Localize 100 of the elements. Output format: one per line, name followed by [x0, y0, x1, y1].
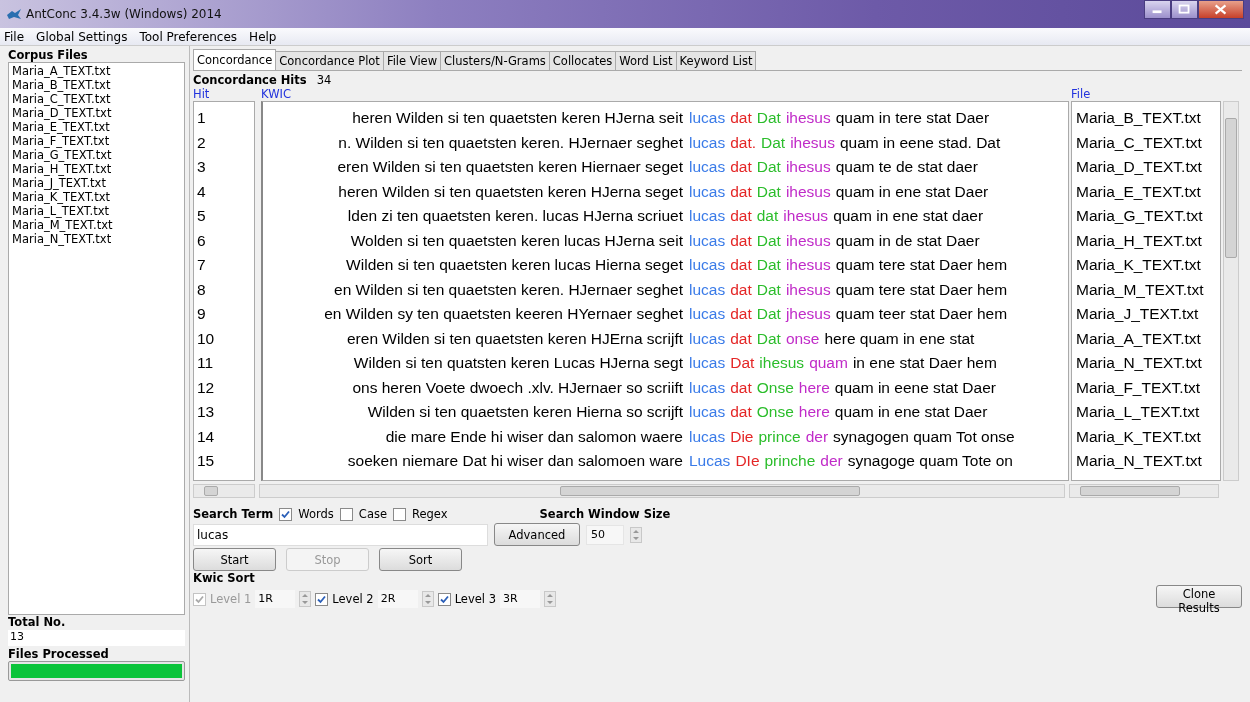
- app-icon: [6, 7, 22, 21]
- scroll-thumb[interactable]: [1080, 486, 1180, 496]
- tab[interactable]: Collocates: [548, 51, 617, 70]
- file-name: Maria_K_TEXT.txt: [1075, 426, 1202, 447]
- keyword: lucas: [689, 304, 726, 324]
- file-item[interactable]: Maria_K_TEXT.txt: [12, 190, 181, 204]
- sort-word: Dat: [756, 255, 781, 275]
- keyword: lucas: [689, 328, 726, 349]
- scrollbar[interactable]: [1069, 484, 1219, 498]
- tab[interactable]: File View: [382, 51, 442, 70]
- sort-word: onse: [785, 328, 820, 349]
- file-name: Maria_J_TEXT.txt: [1075, 304, 1200, 324]
- file-item[interactable]: Maria_N_TEXT.txt: [12, 232, 181, 246]
- tab[interactable]: Clusters/N-Grams: [440, 51, 550, 70]
- scrollbar[interactable]: [193, 484, 255, 498]
- left-context: eren Wilden si ten quaetsten keren Hiernaer seget: [336, 157, 683, 177]
- sort-field[interactable]: 3R: [500, 590, 540, 608]
- left-context: eren Wilden si ten quaetsten keren HJErna scrijft: [346, 328, 683, 349]
- tab[interactable]: Concordance: [193, 49, 277, 70]
- sort-word: dat: [730, 304, 752, 324]
- file-item[interactable]: Maria_F_TEXT.txt: [12, 134, 181, 148]
- maximize-button[interactable]: [1171, 0, 1198, 19]
- sort-word: Onse: [756, 402, 794, 422]
- menu-item[interactable]: Global Settings: [36, 29, 128, 44]
- right-context: quam tere stat Daer hem: [835, 279, 1008, 300]
- menu-item[interactable]: Help: [249, 29, 277, 44]
- spin-buttons[interactable]: [630, 526, 642, 543]
- left-context: Wilden si ten quaetsten keren lucas Hierna seget: [345, 255, 683, 275]
- file-item[interactable]: Maria_E_TEXT.txt: [12, 120, 181, 134]
- search-field[interactable]: lucas: [193, 523, 488, 546]
- file-item[interactable]: Maria_B_TEXT.txt: [12, 78, 181, 92]
- file-item[interactable]: Maria_G_TEXT.txt: [12, 148, 181, 162]
- checkbox[interactable]: [279, 507, 293, 521]
- sort-word: Dat: [756, 304, 781, 324]
- close-button[interactable]: [1198, 0, 1244, 19]
- checkbox[interactable]: [315, 592, 329, 606]
- scroll-thumb[interactable]: [560, 486, 860, 496]
- window-title: AntConc 3.4.3w (Windows) 2014: [26, 7, 222, 21]
- kwic-sort-label: Kwic Sort: [193, 571, 256, 585]
- file-item[interactable]: Maria_J_TEXT.txt: [12, 176, 181, 190]
- tab[interactable]: Keyword List: [675, 51, 757, 70]
- hit-number: 8: [196, 279, 207, 300]
- tab[interactable]: Concordance Plot: [275, 51, 384, 70]
- right-context: quam in ene stat Daer: [834, 402, 988, 422]
- file-item[interactable]: Maria_A_TEXT.txt: [12, 64, 181, 78]
- window-size-field[interactable]: 50: [586, 524, 624, 545]
- advanced-button[interactable]: Advanced: [494, 523, 580, 546]
- action-button[interactable]: Sort: [379, 548, 462, 571]
- spin-buttons[interactable]: [299, 591, 312, 607]
- sort-word: dat: [730, 181, 752, 202]
- scroll-thumb[interactable]: [1225, 118, 1237, 258]
- menu-item[interactable]: File: [4, 29, 25, 44]
- sort-word: Die: [730, 426, 754, 447]
- file-item[interactable]: Maria_H_TEXT.txt: [12, 162, 181, 176]
- checkbox[interactable]: [393, 507, 406, 521]
- panel-heading: Corpus Files: [8, 48, 89, 62]
- file-item[interactable]: Maria_L_TEXT.txt: [12, 204, 181, 218]
- action-button[interactable]: Start: [193, 548, 276, 571]
- sort-word: dat.: [730, 132, 757, 153]
- spin-buttons[interactable]: [421, 591, 434, 607]
- sort-word: quam: [809, 353, 848, 373]
- sort-word: dat: [730, 377, 752, 398]
- hit-number: 14: [196, 426, 216, 447]
- scrollbar[interactable]: [259, 484, 1065, 498]
- checkbox-label: Case: [358, 507, 387, 521]
- checkbox[interactable]: [437, 592, 451, 606]
- file-item[interactable]: Maria_M_TEXT.txt: [12, 218, 181, 232]
- scroll-thumb[interactable]: [204, 486, 218, 496]
- file-item[interactable]: Maria_D_TEXT.txt: [12, 106, 181, 120]
- spin-buttons[interactable]: [544, 591, 556, 607]
- column-header[interactable]: Hit: [193, 87, 261, 101]
- level-label: Level 1: [210, 592, 252, 606]
- sort-word: dat: [730, 206, 752, 226]
- level-label: Level 2: [332, 592, 374, 606]
- sort-word: ihesus: [759, 353, 805, 373]
- column-header[interactable]: File: [1071, 87, 1091, 101]
- sort-word: Dat: [761, 132, 786, 153]
- file-name: Maria_B_TEXT.txt: [1075, 108, 1202, 128]
- field-label: Total No.: [8, 615, 67, 629]
- left-context: Wilden si ten quatsten keren Lucas HJerna segt: [352, 353, 683, 373]
- file-name: Maria_E_TEXT.txt: [1075, 181, 1202, 202]
- right-context: quam teer stat Daer hem: [835, 304, 1008, 324]
- sort-field[interactable]: 2R: [377, 590, 418, 608]
- scrollbar[interactable]: [1223, 101, 1239, 481]
- menu-item[interactable]: Tool Preferences: [139, 29, 238, 44]
- sort-word: ihesus: [785, 255, 831, 275]
- sort-word: ihesus: [783, 206, 829, 226]
- right-context: in ene stat Daer hem: [852, 353, 997, 373]
- checkbox[interactable]: [339, 507, 353, 521]
- sort-word: dat: [730, 328, 752, 349]
- sort-word: dat: [730, 108, 752, 128]
- keyword: lucas: [689, 206, 726, 226]
- hit-number: 9: [196, 304, 207, 324]
- tab[interactable]: Word List: [615, 51, 677, 70]
- minimize-button[interactable]: [1144, 0, 1171, 19]
- file-item[interactable]: Maria_C_TEXT.txt: [12, 92, 181, 106]
- column-header[interactable]: KWIC: [261, 87, 1071, 101]
- sort-word: prince: [758, 426, 801, 447]
- sort-word: dat: [730, 279, 752, 300]
- sort-word: Onse: [756, 377, 794, 398]
